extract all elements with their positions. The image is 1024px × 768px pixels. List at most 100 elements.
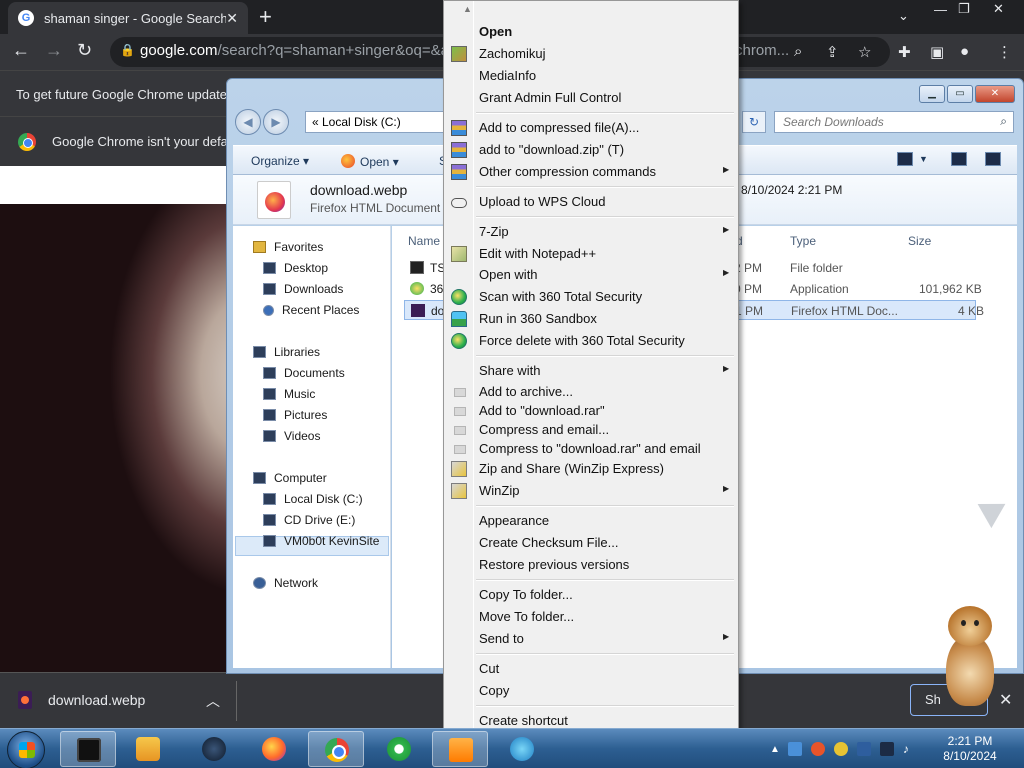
explorer-close-icon[interactable]: ✕ [975, 85, 1015, 103]
explorer-refresh-icon[interactable]: ↻ [742, 111, 766, 133]
menu-item-add-zip[interactable]: add to "download.zip" (T) [446, 140, 736, 160]
tab-close-icon[interactable]: ✕ [226, 10, 238, 27]
menu-item-add-rar[interactable]: Add to "download.rar" [446, 401, 736, 421]
explorer-search-input[interactable]: Search Downloads ⌕ [774, 111, 1014, 133]
column-size-header[interactable]: Size [908, 234, 931, 248]
menu-item-copy[interactable]: Copy [446, 681, 736, 701]
browser-tab[interactable]: G shaman singer - Google Search ✕ [8, 2, 248, 34]
column-name-header[interactable]: Name [408, 234, 440, 248]
chevron-up-icon[interactable]: ︿ [206, 691, 220, 711]
tab-search-icon[interactable]: ⌄ [898, 8, 909, 24]
restore-icon[interactable]: ❐ [958, 1, 970, 17]
nav-music[interactable]: Music [263, 387, 315, 401]
nav-network[interactable]: Network [253, 576, 318, 590]
explorer-minimize-icon[interactable]: ▁ [919, 85, 945, 103]
menu-item-grant-admin[interactable]: Grant Admin Full Control [446, 88, 736, 108]
menu-item-send-to[interactable]: Send to ▶ [446, 629, 736, 649]
menu-item-scan-360[interactable]: Scan with 360 Total Security [446, 287, 736, 307]
menu-item-force-delete[interactable]: Force delete with 360 Total Security [446, 331, 736, 351]
zoom-icon[interactable]: ⌕ [794, 43, 802, 60]
shaman-photo[interactable] [0, 204, 226, 672]
menu-item-appearance[interactable]: Appearance [446, 511, 736, 531]
taskbar-explorer[interactable] [60, 731, 116, 767]
taskbar-360-browser[interactable] [371, 731, 427, 767]
menu-item-open[interactable]: Open [446, 22, 736, 42]
menu-item-move-to[interactable]: Move To folder... [446, 607, 736, 627]
explorer-forward-icon[interactable]: ▶ [263, 109, 289, 135]
preview-pane-icon[interactable] [951, 152, 967, 166]
windows-start-icon[interactable] [7, 731, 45, 768]
reload-icon[interactable]: ↻ [77, 40, 92, 61]
menu-item-mediainfo[interactable]: MediaInfo [446, 66, 736, 86]
nav-libraries[interactable]: Libraries [253, 345, 320, 359]
360-tray-icon[interactable] [833, 742, 848, 756]
explorer-address-bar[interactable]: « Local Disk (C:) [305, 111, 445, 133]
menu-item-add-archive[interactable]: Add to archive... [446, 382, 736, 402]
menu-item-open-with[interactable]: Open with ▶ [446, 265, 736, 285]
minimize-icon[interactable]: — [934, 2, 947, 17]
volume-icon[interactable]: ♪ [903, 742, 917, 756]
nav-videos[interactable]: Videos [263, 429, 320, 443]
menu-item-winzip[interactable]: WinZip ▶ [446, 481, 736, 501]
nav-documents[interactable]: Documents [263, 366, 345, 380]
new-tab-button[interactable]: + [259, 4, 272, 30]
side-panel-icon[interactable]: ▣ [930, 43, 944, 61]
nav-local-disk[interactable]: Local Disk (C:) [263, 492, 363, 506]
extensions-icon[interactable]: ✚ [898, 43, 911, 61]
menu-item-zachomikuj[interactable]: Zachomikuj [446, 44, 736, 64]
nav-computer[interactable]: Computer [253, 471, 327, 485]
menu-item-notepad[interactable]: Edit with Notepad++ [446, 244, 736, 264]
bookmark-star-icon[interactable]: ☆ [858, 43, 871, 61]
menu-item-copy-to[interactable]: Copy To folder... [446, 585, 736, 605]
nav-recent-places[interactable]: Recent Places [263, 303, 359, 317]
taskbar-clock[interactable]: 2:21 PM 8/10/2024 [930, 734, 1010, 764]
close-window-icon[interactable]: ✕ [993, 1, 1004, 17]
taskbar-edge[interactable] [494, 731, 550, 767]
shield-icon[interactable] [856, 742, 871, 756]
menu-item-7zip[interactable]: 7-Zip ▶ [446, 222, 736, 242]
view-dropdown-icon[interactable]: ▼ [919, 154, 928, 164]
menu-item-share-with[interactable]: Share with ▶ [446, 361, 736, 381]
nav-desktop[interactable]: Desktop [263, 261, 328, 275]
menu-item-cut[interactable]: Cut [446, 659, 736, 679]
taskbar-wps[interactable] [432, 731, 488, 767]
menu-item-other-compression[interactable]: Other compression commands ▶ [446, 162, 736, 182]
menu-item-zip-share[interactable]: Zip and Share (WinZip Express) [446, 459, 736, 479]
share-icon[interactable]: ⇪ [826, 43, 839, 61]
taskbar-firefox[interactable] [246, 731, 302, 767]
nav-pictures[interactable]: Pictures [263, 408, 327, 422]
menu-item-upload-wps[interactable]: Upload to WPS Cloud [446, 192, 736, 212]
network-tray-icon[interactable] [879, 742, 894, 756]
menu-item-compress-rar-email[interactable]: Compress to "download.rar" and email [446, 439, 736, 459]
profile-icon[interactable]: ● [960, 43, 969, 60]
menu-item-restore[interactable]: Restore previous versions [446, 555, 736, 575]
open-button[interactable]: Open ▾ [341, 154, 399, 169]
nav-cd-drive[interactable]: CD Drive (E:) [263, 513, 355, 527]
organize-button[interactable]: Organize ▾ [251, 154, 309, 168]
explorer-maximize-icon[interactable]: ▭ [947, 85, 973, 103]
help-icon[interactable] [985, 152, 1001, 166]
hamster-mascot[interactable] [940, 604, 1002, 708]
nav-downloads[interactable]: Downloads [263, 282, 343, 296]
menu-label: Add to archive... [479, 384, 573, 399]
taskbar-app-dark[interactable] [186, 731, 242, 767]
taskbar-chrome[interactable] [308, 731, 364, 767]
forward-icon[interactable]: → [45, 40, 63, 61]
taskbar-media[interactable] [120, 731, 176, 767]
nav-network-share[interactable]: VM0b0t KevinSite [263, 534, 379, 548]
download-item[interactable]: download.webp [18, 691, 145, 709]
cloud-tray-icon[interactable] [787, 742, 802, 756]
view-options-icon[interactable] [897, 152, 913, 166]
chrome-menu-icon[interactable]: ⋮ [997, 43, 1012, 61]
column-type-header[interactable]: Type [790, 234, 816, 248]
record-tray-icon[interactable] [810, 742, 825, 756]
show-hidden-icons-icon[interactable]: ▲ [770, 744, 780, 755]
nav-favorites[interactable]: Favorites [253, 240, 323, 254]
menu-item-add-compressed[interactable]: Add to compressed file(A)... [446, 118, 736, 138]
menu-item-compress-email[interactable]: Compress and email... [446, 420, 736, 440]
explorer-back-icon[interactable]: ◀ [235, 109, 261, 135]
menu-item-sandbox[interactable]: Run in 360 Sandbox [446, 309, 736, 329]
scroll-up-icon[interactable]: ▲ [463, 4, 472, 14]
menu-item-checksum[interactable]: Create Checksum File... [446, 533, 736, 553]
back-icon[interactable]: ← [12, 40, 30, 61]
